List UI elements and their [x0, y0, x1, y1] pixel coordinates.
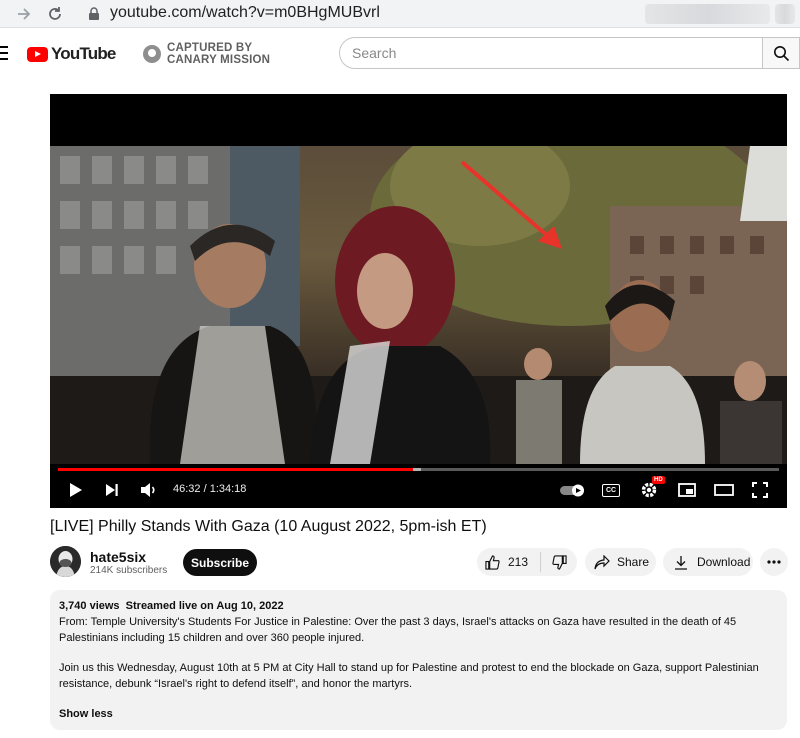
video-title: [LIVE] Philly Stands With Gaza (10 Augus…	[50, 518, 487, 535]
description-paragraph-2: Join us this Wednesday, August 10th at 5…	[59, 662, 759, 690]
time-separator: /	[200, 483, 210, 495]
youtube-wordmark: YouTube	[51, 44, 116, 63]
description-paragraph-1: From: Temple University's Students For J…	[59, 616, 737, 644]
youtube-play-icon	[27, 46, 48, 62]
progress-played	[58, 468, 414, 471]
theater-mode-icon[interactable]	[713, 480, 735, 500]
video-frame	[50, 146, 787, 464]
blurred-profile	[775, 4, 795, 24]
search-button[interactable]	[763, 37, 800, 69]
share-icon	[594, 554, 610, 569]
time-display: 46:32 / 1:34:18	[173, 483, 246, 495]
share-label: Share	[617, 555, 650, 569]
description-box[interactable]: 3,740 views Streamed live on Aug 10, 202…	[50, 590, 787, 730]
miniplayer-icon[interactable]	[677, 480, 697, 500]
blurred-extensions	[645, 4, 770, 24]
dislike-button[interactable]	[541, 554, 577, 570]
like-dislike-group: 213	[477, 548, 577, 576]
like-count: 213	[508, 555, 529, 569]
like-button[interactable]: 213	[477, 554, 540, 570]
menu-icon[interactable]	[0, 46, 8, 60]
canary-logo-icon	[143, 45, 161, 63]
badge-line-1: CAPTURED BY	[167, 42, 253, 54]
channel-name[interactable]: hate5six	[90, 549, 146, 565]
canary-mission-badge: CAPTURED BY CANARY MISSION	[143, 42, 270, 66]
forward-arrow-icon[interactable]	[14, 4, 34, 24]
video-player[interactable]: 46:32 / 1:34:18 CC HD	[50, 94, 787, 508]
download-label: Download	[697, 555, 751, 569]
youtube-logo[interactable]: YouTube	[27, 44, 116, 64]
video-frame-illustration	[50, 146, 787, 464]
more-actions-button[interactable]	[760, 548, 788, 576]
autoplay-toggle-icon[interactable]	[558, 480, 588, 500]
fullscreen-icon[interactable]	[750, 480, 770, 500]
hd-badge: HD	[652, 476, 665, 484]
next-icon[interactable]	[103, 480, 121, 500]
url-text[interactable]: youtube.com/watch?v=m0BHgMUBvrl	[110, 4, 380, 22]
thumbs-down-icon	[551, 554, 567, 570]
more-horizontal-icon	[767, 560, 781, 564]
badge-line-2: CANARY MISSION	[167, 54, 271, 66]
view-count-and-date: 3,740 views Streamed live on Aug 10, 202…	[59, 600, 284, 612]
time-total: 1:34:18	[209, 483, 247, 495]
reload-icon[interactable]	[45, 4, 65, 24]
channel-avatar[interactable]	[50, 546, 81, 577]
volume-icon[interactable]	[139, 480, 159, 500]
time-current: 46:32	[173, 483, 201, 495]
subscribe-label: Subscribe	[190, 555, 250, 570]
show-less-button[interactable]: Show less	[59, 708, 113, 720]
progress-bar[interactable]	[58, 468, 779, 471]
download-button[interactable]: Download	[663, 548, 753, 576]
captions-icon[interactable]: CC	[602, 484, 620, 497]
lock-icon[interactable]	[88, 7, 100, 21]
download-icon	[675, 555, 687, 570]
search-icon	[774, 46, 790, 62]
share-button[interactable]: Share	[585, 548, 656, 576]
browser-address-bar: youtube.com/watch?v=m0BHgMUBvrl	[0, 0, 800, 28]
thumbs-up-icon	[485, 554, 500, 570]
subscribe-button[interactable]: Subscribe	[183, 549, 257, 576]
subscriber-count: 214K subscribers	[90, 565, 168, 576]
captions-label: CC	[605, 487, 617, 494]
play-icon[interactable]	[67, 480, 85, 500]
search-placeholder: Search	[352, 45, 397, 61]
search-input[interactable]: Search	[339, 37, 763, 69]
avatar-face-icon	[50, 546, 81, 577]
